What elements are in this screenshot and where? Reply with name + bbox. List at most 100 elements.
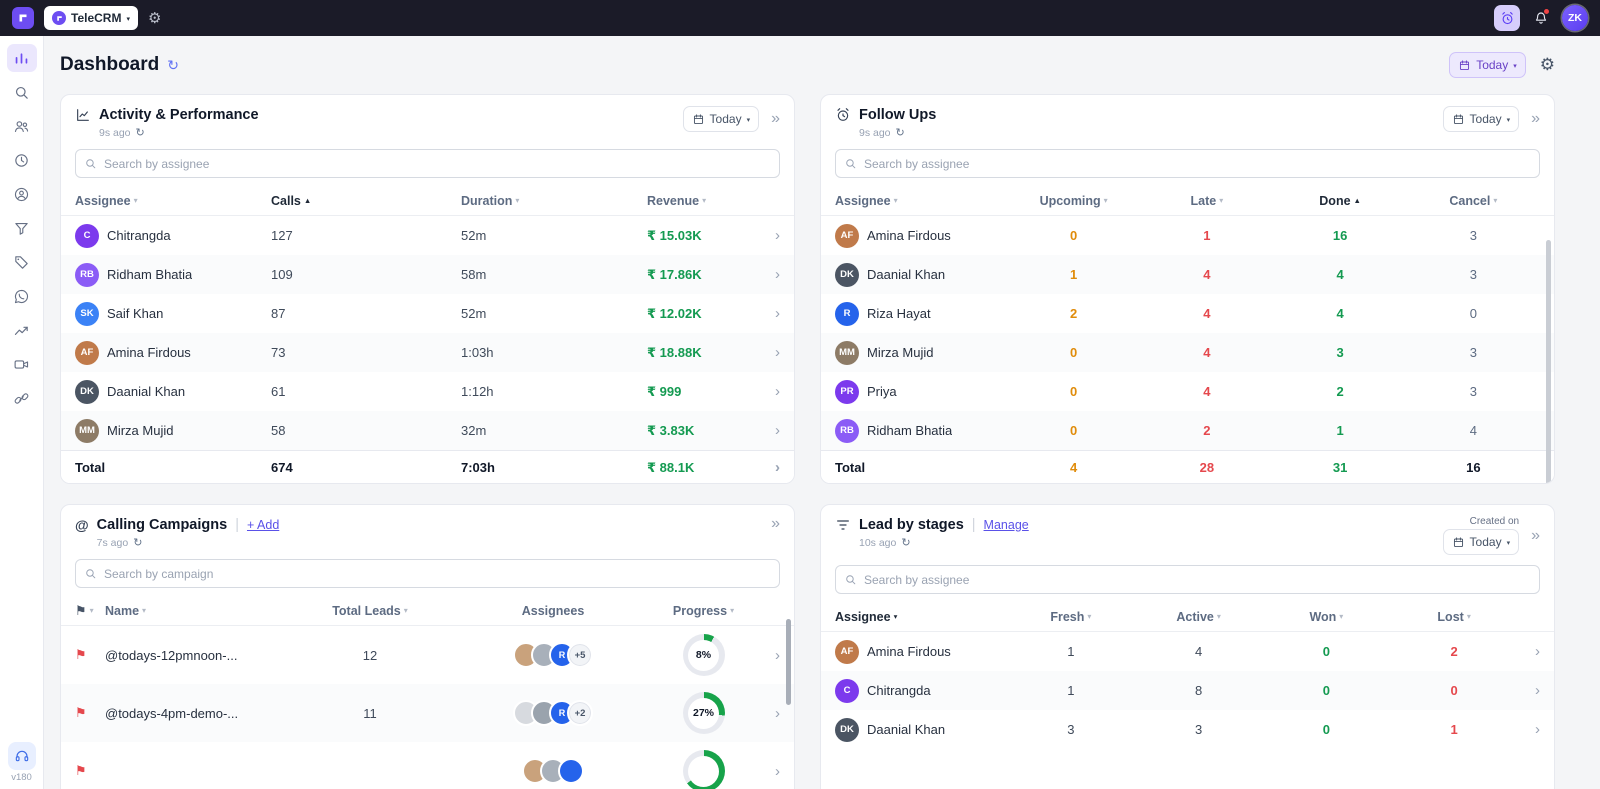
refresh-icon[interactable]: ↻	[896, 126, 905, 139]
expand-card-icon[interactable]: »	[1531, 111, 1540, 127]
search-input[interactable]	[835, 149, 1540, 178]
global-date-filter-chip[interactable]: Today ▾	[1449, 52, 1526, 78]
table-row[interactable]: MMMirza Mujid 58 32m ₹ 3.83K ›	[61, 411, 794, 450]
column-header-lost[interactable]: Lost▾	[1390, 610, 1518, 624]
table-row[interactable]: RBRidham Bhatia 0 2 1 4	[821, 411, 1554, 450]
last-updated: 9s ago	[99, 127, 131, 139]
date-filter-chip[interactable]: Today▾	[1443, 106, 1520, 132]
sidebar-item-search[interactable]	[7, 78, 37, 106]
table-row[interactable]: ⚑ ›	[61, 742, 794, 789]
table-row[interactable]: MMMirza Mujid 0 4 3 3	[821, 333, 1554, 372]
sidebar-item-customers[interactable]	[7, 180, 37, 208]
sidebar-item-tags[interactable]	[7, 248, 37, 276]
total-row[interactable]: Total 674 7:03h ₹ 88.1K ›	[61, 450, 794, 484]
column-header-flag[interactable]: ⚑▾	[75, 603, 105, 619]
search-input[interactable]	[835, 565, 1540, 594]
column-header-assignee[interactable]: Assignee▾	[835, 194, 1007, 208]
column-header-cancel[interactable]: Cancel▾	[1407, 194, 1540, 208]
column-header-duration[interactable]: Duration▾	[461, 194, 647, 208]
table-row[interactable]: RRiza Hayat 2 4 4 0	[821, 294, 1554, 333]
table-row[interactable]: AFAmina Firdous 0 1 16 3	[821, 216, 1554, 255]
chevron-right-icon[interactable]: ›	[762, 344, 780, 361]
support-button[interactable]	[8, 742, 36, 770]
manage-stages-link[interactable]: Manage	[984, 516, 1029, 534]
table-row[interactable]: DKDaanial Khan 1 4 4 3	[821, 255, 1554, 294]
column-header-upcoming[interactable]: Upcoming▾	[1007, 194, 1140, 208]
chevron-right-icon[interactable]: ›	[1518, 682, 1540, 699]
sidebar-item-meetings[interactable]	[7, 350, 37, 378]
table-row[interactable]: AFAmina Firdous 1 4 0 2 ›	[821, 632, 1554, 671]
sidebar-item-integrations[interactable]	[7, 384, 37, 412]
sidebar-item-whatsapp[interactable]	[7, 282, 37, 310]
column-header-fresh[interactable]: Fresh▾	[1007, 610, 1135, 624]
chevron-right-icon[interactable]: ›	[762, 422, 780, 439]
workspace-switcher[interactable]: TeleCRM ▾	[44, 6, 138, 30]
reminders-button[interactable]	[1494, 5, 1520, 31]
refresh-icon[interactable]: ↻	[167, 57, 179, 74]
sidebar-item-dashboard[interactable]	[7, 44, 37, 72]
chevron-right-icon[interactable]: ›	[762, 305, 780, 322]
date-filter-chip[interactable]: Today▾	[1443, 529, 1520, 555]
column-header-late[interactable]: Late▾	[1140, 194, 1273, 208]
chevron-right-icon[interactable]: ›	[760, 705, 780, 722]
scrollbar[interactable]	[1546, 240, 1551, 484]
column-header-assignee[interactable]: Assignee▾	[835, 610, 1007, 624]
chevron-right-icon[interactable]: ›	[762, 227, 780, 244]
chevron-right-icon[interactable]: ›	[1518, 721, 1540, 738]
date-filter-chip[interactable]: Today▾	[683, 106, 760, 132]
search-input[interactable]	[75, 559, 780, 588]
sidebar-item-analytics[interactable]	[7, 316, 37, 344]
stages-filter-icon	[835, 517, 851, 533]
progress-donut: 27%	[683, 692, 725, 734]
column-header-won[interactable]: Won▾	[1263, 610, 1391, 624]
add-campaign-link[interactable]: + Add	[247, 516, 279, 534]
user-avatar[interactable]: ZK	[1562, 5, 1588, 31]
upcoming-value: 2	[1007, 306, 1140, 321]
table-row[interactable]: PRPriya 0 4 2 3	[821, 372, 1554, 411]
chevron-right-icon[interactable]: ›	[1518, 643, 1540, 660]
duration-value: 1:12h	[461, 384, 647, 399]
chevron-right-icon[interactable]: ›	[762, 459, 780, 476]
table-row[interactable]: RBRidham Bhatia 109 58m ₹ 17.86K ›	[61, 255, 794, 294]
active-value: 3	[1135, 722, 1263, 737]
column-header-active[interactable]: Active▾	[1135, 610, 1263, 624]
sidebar-item-contacts[interactable]	[7, 112, 37, 140]
column-header-calls[interactable]: Calls▲	[271, 194, 461, 208]
notifications-button[interactable]	[1533, 10, 1549, 26]
chevron-right-icon[interactable]: ›	[762, 266, 780, 283]
chevron-right-icon[interactable]: ›	[762, 383, 780, 400]
sidebar-item-pipeline[interactable]	[7, 214, 37, 242]
column-header-total-leads[interactable]: Total Leads▾	[281, 604, 459, 618]
column-header-name[interactable]: Name▾	[105, 604, 281, 618]
table-row[interactable]: SKSaif Khan 87 52m ₹ 12.02K ›	[61, 294, 794, 333]
assignee-name: Daanial Khan	[867, 722, 945, 737]
scrollbar[interactable]	[786, 619, 791, 705]
total-row: Total 4 28 31 16	[821, 450, 1554, 484]
table-row[interactable]: CChitrangda 127 52m ₹ 15.03K ›	[61, 216, 794, 255]
table-row[interactable]: AFAmina Firdous 73 1:03h ₹ 18.88K ›	[61, 333, 794, 372]
table-row[interactable]: DKDaanial Khan 3 3 0 1 ›	[821, 710, 1554, 749]
expand-card-icon[interactable]: »	[771, 111, 780, 127]
column-header-progress[interactable]: Progress▾	[647, 604, 760, 618]
expand-card-icon[interactable]: »	[1531, 528, 1540, 544]
refresh-icon[interactable]: ↻	[901, 536, 910, 549]
fresh-value: 1	[1007, 683, 1135, 698]
expand-card-icon[interactable]: »	[771, 516, 780, 532]
table-row[interactable]: CChitrangda 1 8 0 0 ›	[821, 671, 1554, 710]
column-header-assignee[interactable]: Assignee▾	[75, 194, 271, 208]
table-row[interactable]: ⚑ @todays-12pmnoon-... 12 R +5 8% ›	[61, 626, 794, 684]
table-row[interactable]: ⚑ @todays-4pm-demo-... 11 R +2 27% ›	[61, 684, 794, 742]
sidebar-item-history[interactable]	[7, 146, 37, 174]
chevron-right-icon[interactable]: ›	[760, 763, 780, 780]
column-header-done[interactable]: Done▲	[1274, 194, 1407, 208]
search-input[interactable]	[75, 149, 780, 178]
column-header-revenue[interactable]: Revenue▾	[647, 194, 762, 208]
table-row[interactable]: DKDaanial Khan 61 1:12h ₹ 999 ›	[61, 372, 794, 411]
refresh-icon[interactable]: ↻	[136, 126, 145, 139]
workspace-settings-icon[interactable]: ⚙	[148, 9, 161, 27]
chevron-right-icon[interactable]: ›	[760, 647, 780, 664]
dashboard-settings-icon[interactable]: ⚙	[1540, 55, 1555, 75]
duration-value: 32m	[461, 423, 647, 438]
assignee-name: Ridham Bhatia	[107, 267, 192, 282]
refresh-icon[interactable]: ↻	[133, 536, 142, 549]
